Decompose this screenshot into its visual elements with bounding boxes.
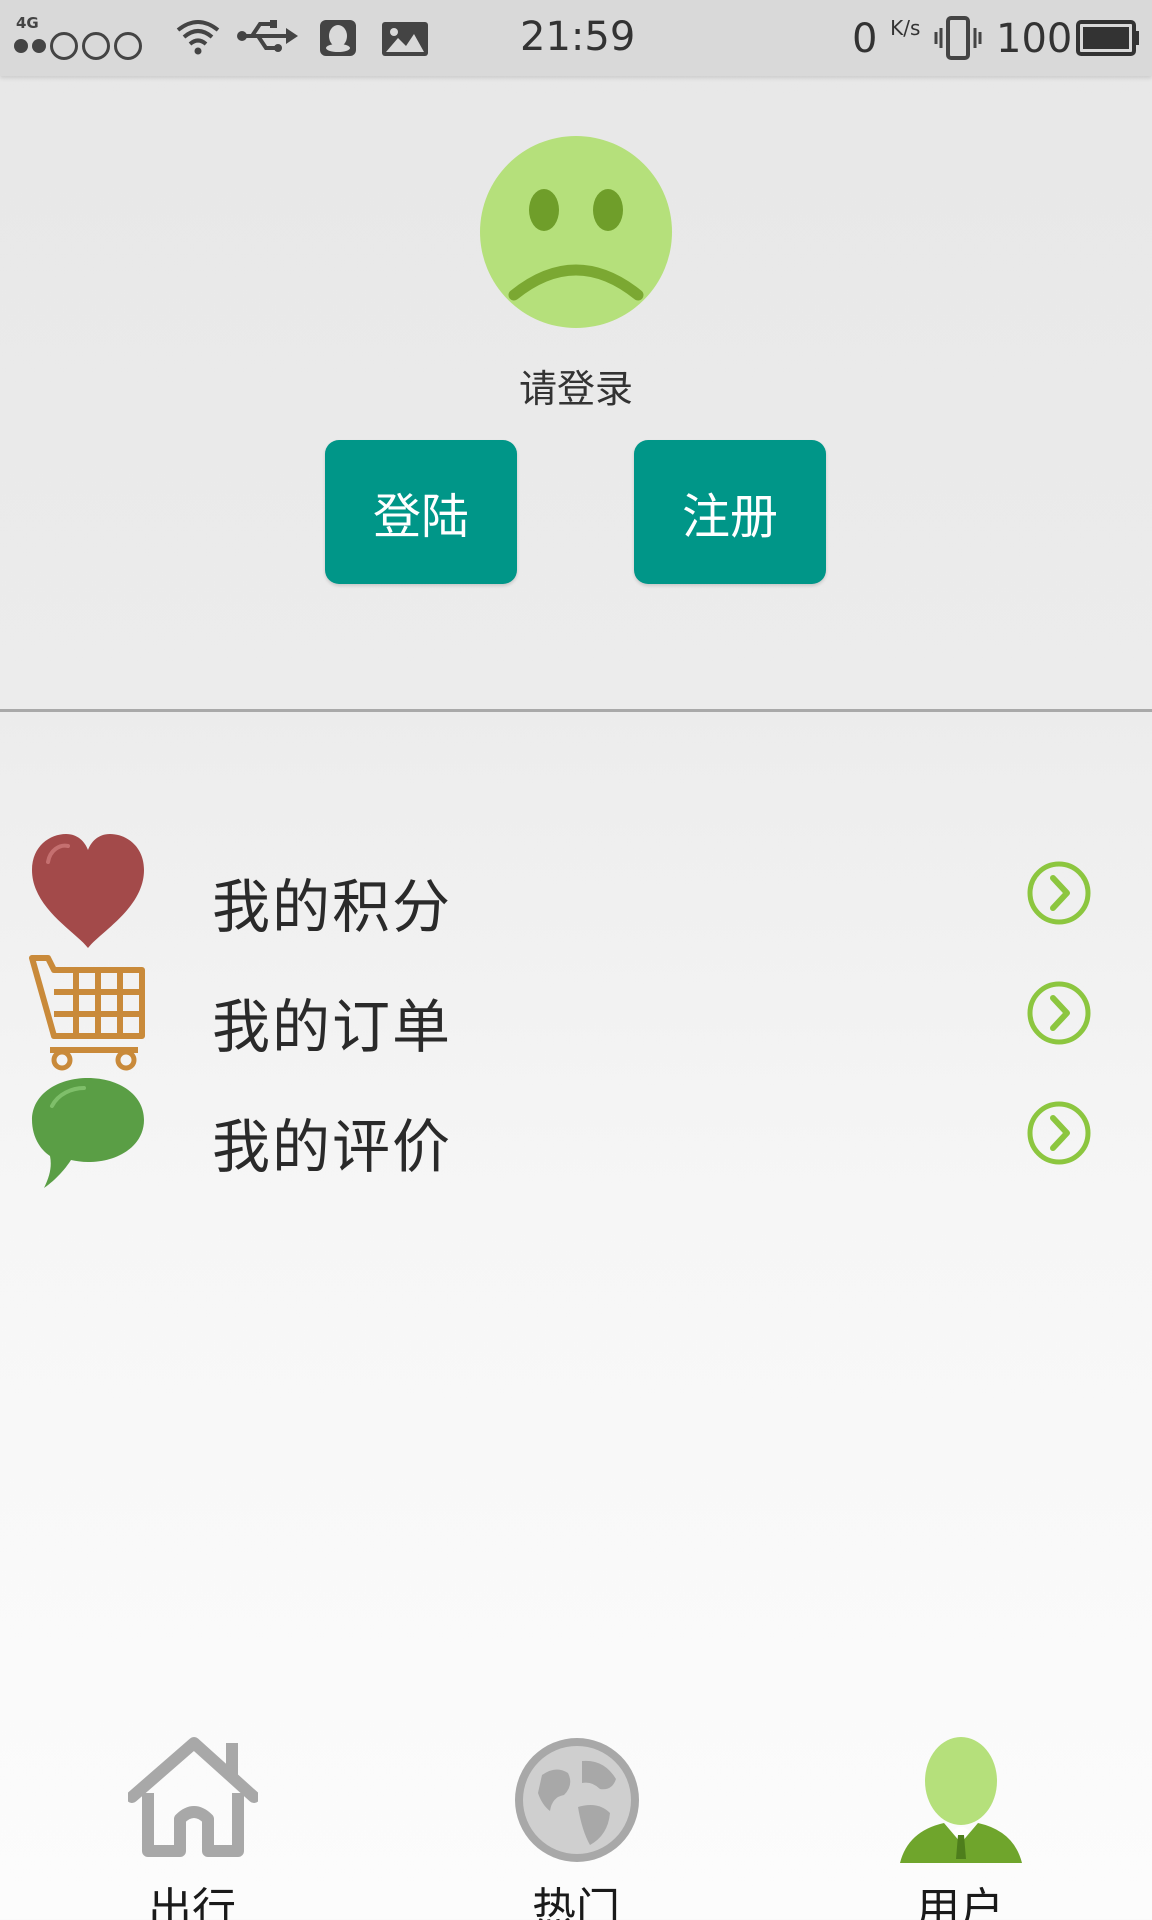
wifi-icon	[176, 20, 220, 55]
vibrate-icon	[934, 16, 982, 60]
tab-label: 用户	[916, 1884, 1004, 1920]
tab-travel[interactable]: 出行	[92, 1735, 292, 1920]
clock: 21:59	[520, 14, 636, 60]
menu-item-label: 我的订单	[212, 993, 453, 1061]
tab-label: 热门	[532, 1884, 620, 1920]
menu-item-reviews[interactable]: 我的评价	[0, 1072, 1152, 1192]
status-bar: 4G 21:59 0 K/s 100	[0, 0, 1152, 76]
home-icon	[128, 1737, 258, 1857]
user-icon	[900, 1737, 1022, 1863]
chevron-right-icon[interactable]	[1026, 980, 1092, 1046]
chevron-right-icon[interactable]	[1026, 860, 1092, 926]
heart-icon	[32, 834, 144, 948]
register-button[interactable]: 注册	[634, 440, 826, 584]
usb-icon	[237, 20, 298, 52]
image-notification-icon	[382, 22, 428, 56]
globe-icon	[515, 1738, 639, 1862]
menu-item-orders[interactable]: 我的订单	[0, 952, 1152, 1072]
battery-icon	[1076, 20, 1139, 56]
shopping-cart-icon	[29, 955, 145, 1071]
network-type-label: 4G	[16, 14, 39, 32]
signal-strength-icon: 4G	[14, 14, 164, 62]
qq-notification-icon	[320, 20, 356, 56]
section-divider	[0, 709, 1152, 712]
sad-face-avatar-icon	[480, 136, 672, 328]
network-speed-value: 0	[852, 16, 878, 62]
tab-popular[interactable]: 热门	[476, 1735, 676, 1920]
tab-label: 出行	[148, 1884, 236, 1920]
battery-percent: 100	[996, 16, 1073, 62]
tab-user[interactable]: 用户	[860, 1735, 1060, 1920]
menu-item-points[interactable]: 我的积分	[0, 832, 1152, 952]
menu-item-label: 我的评价	[212, 1113, 453, 1181]
login-button[interactable]: 登陆	[325, 440, 517, 584]
network-speed-unit: K/s	[890, 16, 921, 40]
login-prompt: 请登录	[518, 367, 633, 411]
menu-item-label: 我的积分	[212, 873, 453, 941]
chevron-right-icon[interactable]	[1026, 1100, 1092, 1166]
speech-bubble-icon	[32, 1078, 144, 1188]
network-speed: 0 K/s	[852, 16, 920, 62]
